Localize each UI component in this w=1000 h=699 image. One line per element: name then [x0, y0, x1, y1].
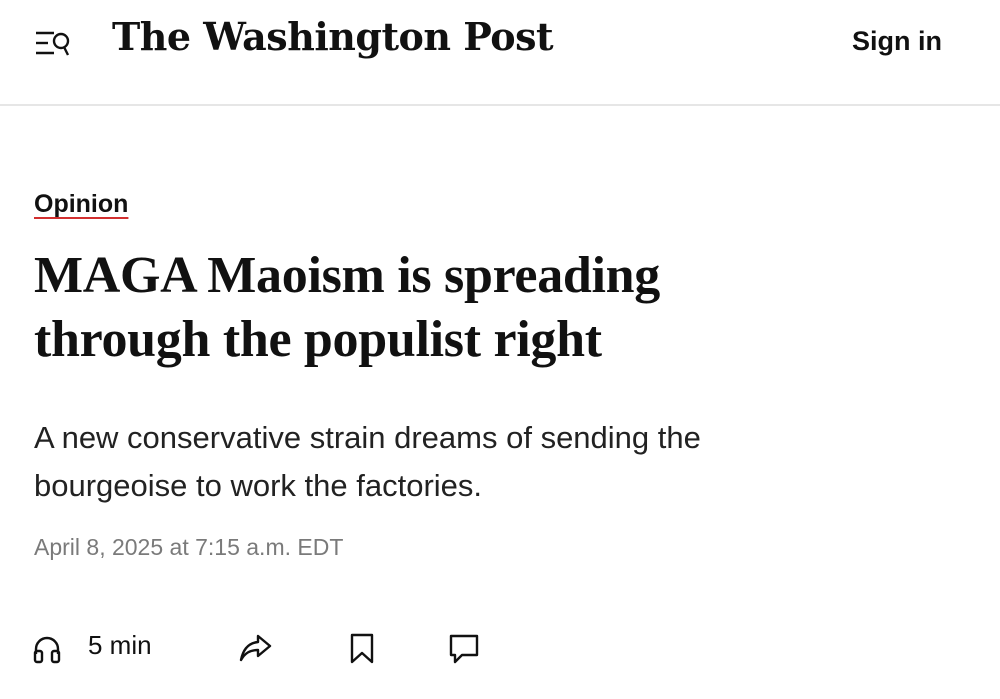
page: The Washington Post Sign in Opinion MAGA…	[0, 0, 1000, 699]
top-navigation-bar: The Washington Post Sign in	[0, 0, 1000, 106]
share-button[interactable]	[236, 628, 276, 668]
comment-button[interactable]	[444, 628, 484, 668]
publish-timestamp: April 8, 2025 at 7:15 a.m. EDT	[34, 534, 344, 560]
headphones-icon	[33, 636, 61, 664]
listen-button[interactable]: 5 min	[32, 628, 172, 668]
sign-in-link[interactable]: Sign in	[852, 26, 942, 57]
listen-duration: 5 min	[88, 630, 152, 660]
section-label[interactable]: Opinion	[34, 190, 128, 219]
headline-line: MAGA Maoism is spreading	[34, 247, 660, 304]
headline: MAGA Maoism is spreading through the pop…	[34, 244, 954, 372]
menu-search-icon[interactable]	[34, 28, 74, 62]
headline-line: through the populist right	[34, 311, 602, 368]
share-icon	[239, 634, 272, 662]
save-button[interactable]	[342, 628, 382, 668]
site-logo[interactable]: The Washington Post	[112, 14, 554, 59]
comment-icon	[449, 634, 479, 664]
subheadline-line: A new conservative strain dreams of send…	[34, 420, 701, 455]
article-subheadline: A new conservative strain dreams of send…	[34, 414, 954, 510]
bookmark-icon	[350, 633, 374, 664]
subheadline-line: bourgeoise to work the factories.	[34, 468, 483, 503]
